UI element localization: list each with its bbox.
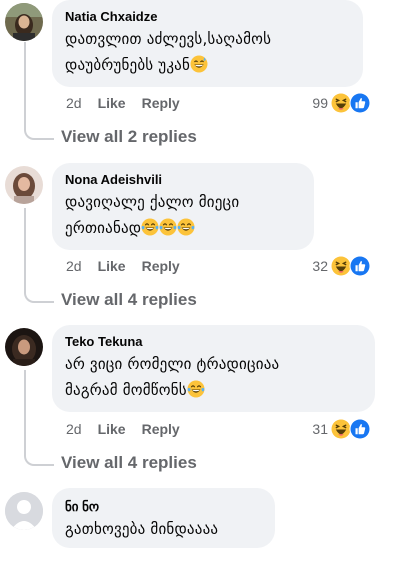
- like-button[interactable]: Like: [98, 421, 126, 437]
- reply-button[interactable]: Reply: [142, 258, 180, 274]
- thread-connector: [24, 370, 54, 466]
- comment-text-line: არ ვიცი რომელი ტრადიციაა: [65, 355, 280, 373]
- comment-actions: 2d Like Reply: [66, 257, 196, 275]
- comment-time[interactable]: 2d: [66, 421, 82, 437]
- avatar[interactable]: [5, 3, 43, 41]
- comment-text: დავიღალე ქალო მიეცი ერთიანად: [65, 189, 301, 241]
- view-replies-link[interactable]: View all 4 replies: [61, 289, 197, 311]
- comment-author[interactable]: Nona Adeishvili: [65, 171, 301, 189]
- thread-connector: [24, 42, 54, 140]
- reply-button[interactable]: Reply: [142, 421, 180, 437]
- comment-time[interactable]: 2d: [66, 258, 82, 274]
- grinning-sweat-emoji-icon: [190, 55, 208, 73]
- comment-author[interactable]: ნი ნო: [65, 498, 262, 516]
- tears-of-joy-emoji-icon: [177, 218, 195, 236]
- comment-bubble: Natia Chxaidze დათვლით აძლევს,საღამოს და…: [52, 0, 363, 87]
- comment-text-line: დათვლით აძლევს,საღამოს: [65, 30, 272, 48]
- like-reaction-icon: [349, 92, 371, 114]
- comment-actions: 2d Like Reply: [66, 420, 196, 438]
- reaction-count: 32: [312, 258, 328, 274]
- reply-button[interactable]: Reply: [142, 95, 180, 111]
- comment-bubble: ნი ნო გათხოვება მინდაააა: [52, 488, 275, 548]
- comment-text-line: ერთიანად: [65, 219, 142, 237]
- reaction-summary[interactable]: 32: [312, 254, 371, 278]
- avatar[interactable]: [5, 328, 43, 366]
- comment-bubble: Teko Tekuna არ ვიცი რომელი ტრადიციაა მაგ…: [52, 325, 375, 412]
- comment-author[interactable]: Natia Chxaidze: [65, 8, 350, 26]
- avatar[interactable]: [5, 166, 43, 204]
- thread-connector: [24, 208, 54, 303]
- comment-text-line: მაგრამ მომწონს: [65, 381, 187, 399]
- comment-time[interactable]: 2d: [66, 95, 82, 111]
- default-avatar-icon[interactable]: [5, 492, 43, 530]
- comment-author[interactable]: Teko Tekuna: [65, 333, 362, 351]
- comment-text-line: დაუბრუნებს უკან: [65, 56, 191, 74]
- like-button[interactable]: Like: [98, 95, 126, 111]
- comment-actions: 2d Like Reply: [66, 94, 196, 112]
- like-reaction-icon: [349, 255, 371, 277]
- reaction-summary[interactable]: 31: [312, 417, 371, 441]
- comment-text: გათხოვება მინდაააა: [65, 516, 262, 542]
- comment-text-line: დავიღალე ქალო მიეცი: [65, 193, 240, 211]
- like-button[interactable]: Like: [98, 258, 126, 274]
- tears-of-joy-emoji-icon: [141, 218, 159, 236]
- tears-of-joy-emoji-icon: [187, 380, 205, 398]
- reaction-count: 31: [312, 421, 328, 437]
- like-reaction-icon: [349, 418, 371, 440]
- comment-text-line: გათხოვება მინდაააა: [65, 520, 219, 538]
- tears-of-joy-emoji-icon: [159, 218, 177, 236]
- comment-bubble: Nona Adeishvili დავიღალე ქალო მიეცი ერთი…: [52, 163, 314, 250]
- reaction-count: 99: [312, 95, 328, 111]
- reaction-summary[interactable]: 99: [312, 91, 371, 115]
- view-replies-link[interactable]: View all 2 replies: [61, 126, 197, 148]
- comment-text: არ ვიცი რომელი ტრადიციაა მაგრამ მომწონს: [65, 351, 362, 403]
- comment-text: დათვლით აძლევს,საღამოს დაუბრუნებს უკან: [65, 26, 350, 78]
- view-replies-link[interactable]: View all 4 replies: [61, 452, 197, 474]
